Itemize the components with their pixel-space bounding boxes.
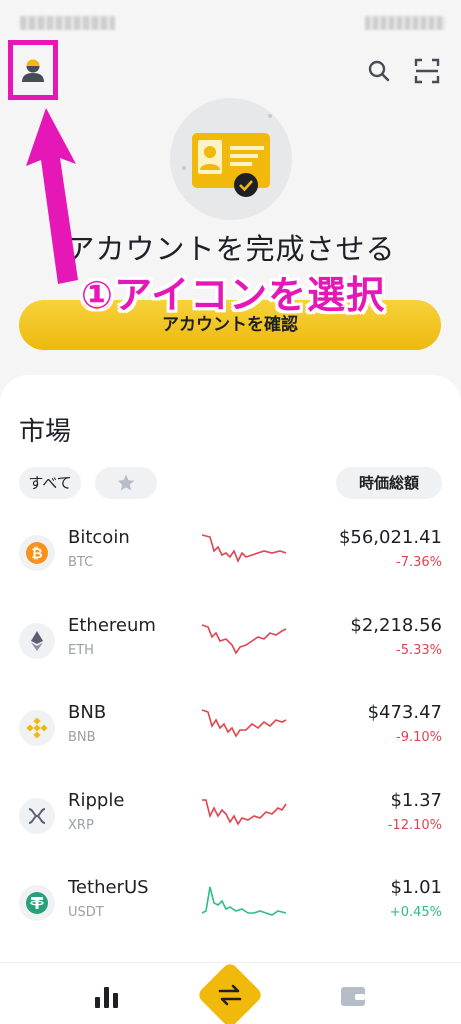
market-title: 市場 <box>19 417 72 447</box>
wallet-tab-icon[interactable] <box>338 983 368 1009</box>
coin-change: -5.33% <box>396 643 442 658</box>
sparkline-chart <box>201 709 287 738</box>
coin-name: Bitcoin <box>68 527 130 548</box>
scan-icon[interactable] <box>414 58 440 84</box>
sparkline-chart <box>201 624 287 655</box>
coin-price: $2,218.56 <box>350 615 442 636</box>
coin-change: -7.36% <box>396 555 442 570</box>
annotation-label: ①アイコンを選択 <box>80 273 386 317</box>
list-item-ethereum[interactable]: Ethereum ETH $2,218.56 -5.33% <box>0 613 461 673</box>
search-icon[interactable] <box>366 58 392 84</box>
status-bar-left-blurred <box>20 16 115 30</box>
sparkline-chart <box>201 886 287 916</box>
coin-symbol: BTC <box>68 555 94 570</box>
coin-change: -9.10% <box>396 730 442 745</box>
coin-name: Ripple <box>68 790 125 811</box>
sparkline-chart <box>201 534 287 563</box>
sparkline-chart <box>202 799 287 826</box>
bitcoin-icon: ₿ <box>19 535 55 571</box>
filter-favorites-button[interactable] <box>95 467 157 499</box>
coin-change: -12.10% <box>387 818 442 833</box>
tether-icon <box>19 885 55 921</box>
list-item-ripple[interactable]: Ripple XRP $1.37 -12.10% <box>0 788 461 848</box>
ripple-icon <box>19 798 55 834</box>
coin-price: $473.47 <box>367 702 442 723</box>
filter-all-button[interactable]: すべて <box>19 467 81 499</box>
annotation-arrow <box>26 108 78 284</box>
markets-tab-icon[interactable] <box>92 983 122 1009</box>
list-item-tether[interactable]: TetherUS USDT $1.01 +0.45% <box>0 875 461 935</box>
svg-text:₿: ₿ <box>31 546 42 562</box>
swap-arrows-icon <box>218 984 242 1006</box>
id-card-illustration <box>170 98 292 220</box>
coin-name: TetherUS <box>68 877 149 898</box>
coin-change: +0.45% <box>389 905 442 920</box>
ethereum-icon <box>19 623 55 659</box>
coin-name: BNB <box>68 702 107 723</box>
list-item-bnb[interactable]: BNB BNB $473.47 -9.10% <box>0 700 461 760</box>
status-bar-right-blurred <box>365 16 445 30</box>
star-icon <box>117 474 135 491</box>
coin-price: $56,021.41 <box>338 527 442 548</box>
coin-price: $1.37 <box>390 790 442 811</box>
profile-avatar-button[interactable] <box>8 40 58 100</box>
status-bar <box>0 0 461 44</box>
coin-name: Ethereum <box>68 615 156 636</box>
bnb-icon <box>19 710 55 746</box>
market-section: 市場 すべて 時価総額 ₿ Bitcoin BTC $56,021.41 -7.… <box>0 375 461 975</box>
coin-symbol: XRP <box>68 818 94 833</box>
list-item-bitcoin[interactable]: ₿ Bitcoin BTC $56,021.41 -7.36% <box>0 525 461 585</box>
bottom-nav <box>0 961 461 1024</box>
coin-symbol: BNB <box>68 730 96 745</box>
sort-market-cap-button[interactable]: 時価総額 <box>336 467 442 499</box>
coin-symbol: ETH <box>68 643 94 658</box>
profile-icon <box>22 59 44 82</box>
coin-symbol: USDT <box>68 905 104 920</box>
coin-price: $1.01 <box>390 877 442 898</box>
